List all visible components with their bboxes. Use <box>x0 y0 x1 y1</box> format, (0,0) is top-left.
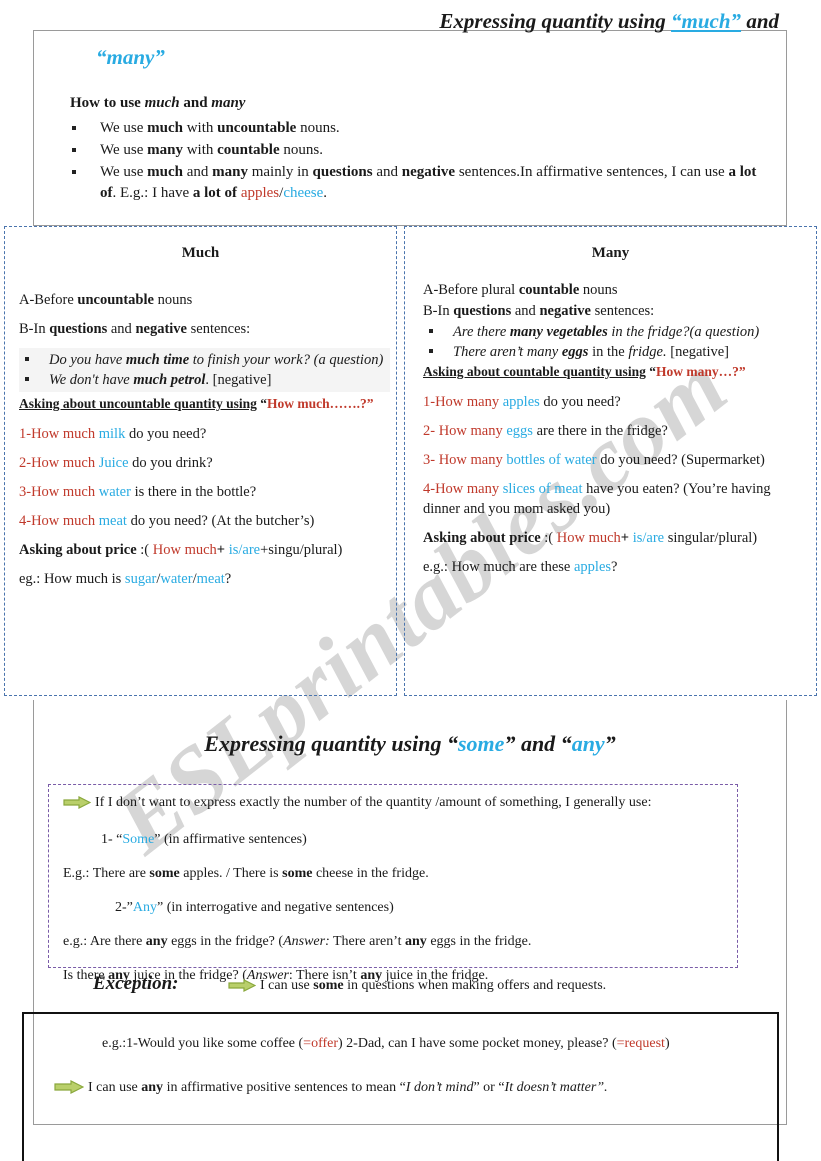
some-any-item-some-example: E.g.: There are some apples. / There is … <box>63 866 429 881</box>
many-price-example: e.g.: How much are these apples? <box>423 559 618 575</box>
green-arrow-icon <box>63 796 92 815</box>
intro-block: How to use much and many We use much wit… <box>62 93 762 205</box>
some-any-title-part-3: ” <box>604 731 616 756</box>
bullet-square-icon <box>429 349 433 353</box>
many-example-item: Are there many vegetables in the fridge?… <box>423 322 810 342</box>
much-question-item: 3-How much water is there in the bottle? <box>19 484 257 500</box>
page-title-some-any: Expressing quantity using “some” and “an… <box>33 731 787 757</box>
much-asking-heading: Asking about uncountable quantity using … <box>19 396 374 411</box>
some-any-title-part-2: ” and “ <box>504 731 572 756</box>
intro-bullet-item: We use much with uncountable nouns. <box>62 118 762 139</box>
some-any-box: If I don’t want to express exactly the n… <box>48 784 738 983</box>
much-rule-a: A-Before uncountable nouns <box>19 292 193 308</box>
some-any-item-some: 1- “Some” (in affirmative sentences) <box>101 832 307 847</box>
some-any-title-keyword-some: some <box>457 731 505 756</box>
bullet-square-icon <box>429 329 433 333</box>
many-price-rule: Asking about price :( How much+ is/are s… <box>423 530 758 546</box>
some-any-item-any: 2-”Any” (in interrogative and negative s… <box>115 900 394 915</box>
some-any-title-keyword-any: any <box>571 731 605 756</box>
page-title-much-many-line2: “many” <box>96 45 165 69</box>
many-example-item: There aren’t many eggs in the fridge. [n… <box>423 342 810 362</box>
much-example-item: We don't have much petrol. [negative] <box>19 370 390 390</box>
bullet-square-icon <box>25 377 29 381</box>
exception-any-line: I can use any in affirmative positive se… <box>32 1078 769 1101</box>
many-question-item: 3- How many bottles of water do you need… <box>423 452 765 468</box>
much-question-item: 2-How much Juice do you drink? <box>19 455 213 471</box>
title-keyword-much: “much” <box>671 9 742 33</box>
page-title-much-many: Expressing quantity using “much” and <box>33 8 787 34</box>
intro-heading-mid: and <box>179 95 212 111</box>
exception-label: Exception: <box>93 973 179 994</box>
intro-bullet-item: We use much and many mainly in questions… <box>62 162 762 204</box>
title-part-2: and <box>741 9 779 33</box>
intro-bullet-text: We use many with countable nouns. <box>100 142 323 158</box>
intro-heading-much: much <box>144 95 180 111</box>
bullet-square-icon <box>72 126 76 130</box>
intro-heading-many: many <box>211 95 246 111</box>
intro-heading-plain: How to use <box>70 95 145 111</box>
exception-example-line: e.g.:1-Would you like some coffee (=offe… <box>102 1036 670 1051</box>
much-rule-b: B-In questions and negative sentences: <box>19 321 251 337</box>
much-column-box: Much A-Before uncountable nouns B-In que… <box>4 226 397 696</box>
exception-body: e.g.:1-Would you like some coffee (=offe… <box>22 1012 779 1101</box>
much-question-item: 1-How much milk do you need? <box>19 426 207 442</box>
intro-bullet-text: We use much and many mainly in questions… <box>100 164 757 201</box>
bullet-square-icon <box>25 357 29 361</box>
many-rule-a: A-Before plural countable nouns <box>423 282 618 298</box>
intro-bullet-item: We use many with countable nouns. <box>62 140 762 161</box>
intro-bullet-list: We use much with uncountable nouns. We u… <box>62 118 762 204</box>
green-arrow-icon <box>228 979 257 997</box>
many-question-item: 2- How many eggs are there in the fridge… <box>423 423 668 439</box>
many-column-body: A-Before plural countable nouns B-In que… <box>405 280 816 577</box>
intro-heading: How to use much and many <box>62 93 762 114</box>
some-any-title-part-1: Expressing quantity using “ <box>204 731 458 756</box>
green-arrow-icon <box>54 1080 85 1101</box>
bullet-square-icon <box>72 148 76 152</box>
many-asking-heading: Asking about countable quantity using “H… <box>423 364 746 379</box>
many-column-title: Many <box>591 245 630 261</box>
much-column-body: A-Before uncountable nouns B-In question… <box>5 290 396 589</box>
some-any-lead-line: If I don’t want to express exactly the n… <box>63 793 723 815</box>
many-rule-b: B-In questions and negative sentences: <box>423 303 655 319</box>
much-examples-highlight: Do you have much time to finish your wor… <box>19 348 390 392</box>
much-example-item: Do you have much time to finish your wor… <box>19 350 390 370</box>
much-price-example: eg.: How much is sugar/water/meat? <box>19 571 232 587</box>
much-price-rule: Asking about price :( How much+ is/are+s… <box>19 542 343 558</box>
many-question-item: 4-How many slices of meat have you eaten… <box>423 481 771 517</box>
bullet-square-icon <box>72 170 76 174</box>
exception-headline: I can use some in questions when making … <box>228 978 606 997</box>
much-column-title: Much <box>181 245 220 261</box>
title-part-1: Expressing quantity using <box>439 9 672 33</box>
some-any-item-any-example-1: e.g.: Are there any eggs in the fridge? … <box>63 934 532 949</box>
intro-bullet-text: We use much with uncountable nouns. <box>100 120 340 136</box>
many-question-item: 1-How many apples do you need? <box>423 394 621 410</box>
much-question-item: 4-How much meat do you need? (At the but… <box>19 513 315 529</box>
many-column-box: Many A-Before plural countable nouns B-I… <box>404 226 817 696</box>
